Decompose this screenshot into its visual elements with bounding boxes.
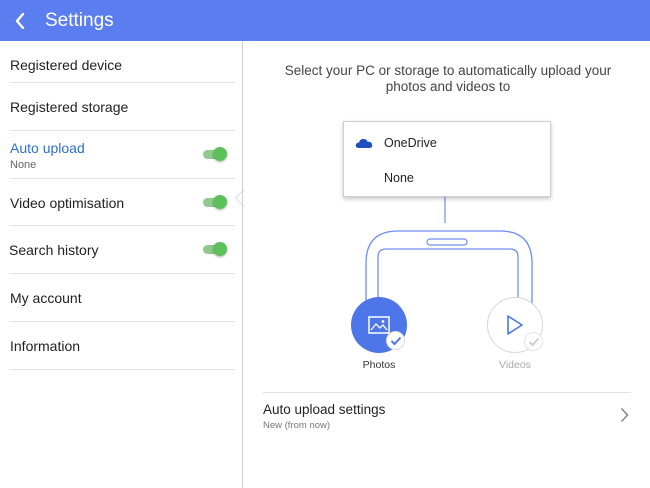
chevron-left-icon <box>15 12 25 29</box>
storage-dropdown: OneDrive None <box>343 121 551 197</box>
phone-illustration <box>365 197 533 303</box>
sidebar-item-label: Registered storage <box>10 99 129 115</box>
toggle-knob <box>213 147 227 161</box>
sidebar-item-label: Registered device <box>10 57 123 73</box>
videos-label: Videos <box>499 359 531 371</box>
videos-check-badge <box>524 332 543 351</box>
divider <box>10 369 235 370</box>
toggle-knob <box>213 195 227 209</box>
app-bar: Settings <box>0 0 650 41</box>
divider <box>263 392 631 393</box>
settings-sidebar: Registered device Registered storage Aut… <box>0 41 244 488</box>
sidebar-item-search-history[interactable]: Search history <box>0 226 235 274</box>
auto-upload-settings-row[interactable]: Auto upload settings New (from now) <box>263 399 631 435</box>
sidebar-item-label: Search history <box>9 242 99 258</box>
photos-check-badge <box>386 331 405 350</box>
dropdown-option-label: OneDrive <box>384 136 437 150</box>
chevron-right-icon <box>620 407 629 423</box>
sidebar-item-label: My account <box>10 290 82 306</box>
auto-upload-toggle[interactable] <box>203 147 227 161</box>
sidebar-item-video-optimisation[interactable]: Video optimisation <box>0 179 235 227</box>
sidebar-item-label: Video optimisation <box>10 195 125 211</box>
search-history-toggle[interactable] <box>203 242 227 256</box>
auto-upload-panel: Select your PC or storage to automatical… <box>244 41 650 488</box>
dropdown-option-none[interactable]: None <box>344 160 550 196</box>
play-icon <box>507 315 523 335</box>
sidebar-item-my-account[interactable]: My account <box>0 274 235 322</box>
onedrive-cloud-icon <box>344 137 384 149</box>
sidebar-item-label: Auto upload <box>10 139 85 156</box>
sidebar-item-label: Information <box>10 338 81 354</box>
back-button[interactable] <box>0 0 40 41</box>
video-optimisation-toggle[interactable] <box>203 195 227 209</box>
settings-row-subtitle: New (from now) <box>263 420 331 431</box>
sidebar-item-information[interactable]: Information <box>0 322 235 370</box>
photos-label: Photos <box>362 359 396 371</box>
checkmark-icon <box>390 336 401 345</box>
settings-row-title: Auto upload settings <box>263 402 386 417</box>
checkmark-icon <box>528 337 539 346</box>
toggle-knob <box>213 242 227 256</box>
selection-pointer <box>235 189 244 207</box>
dropdown-option-onedrive[interactable]: OneDrive <box>344 125 550 161</box>
sidebar-item-sublabel: None <box>10 158 37 171</box>
image-icon <box>368 316 390 334</box>
sidebar-item-auto-upload[interactable]: Auto upload None <box>0 131 235 179</box>
page-title: Settings <box>45 9 114 31</box>
dropdown-option-label: None <box>384 171 414 185</box>
sidebar-item-registered-storage[interactable]: Registered storage <box>0 83 235 131</box>
